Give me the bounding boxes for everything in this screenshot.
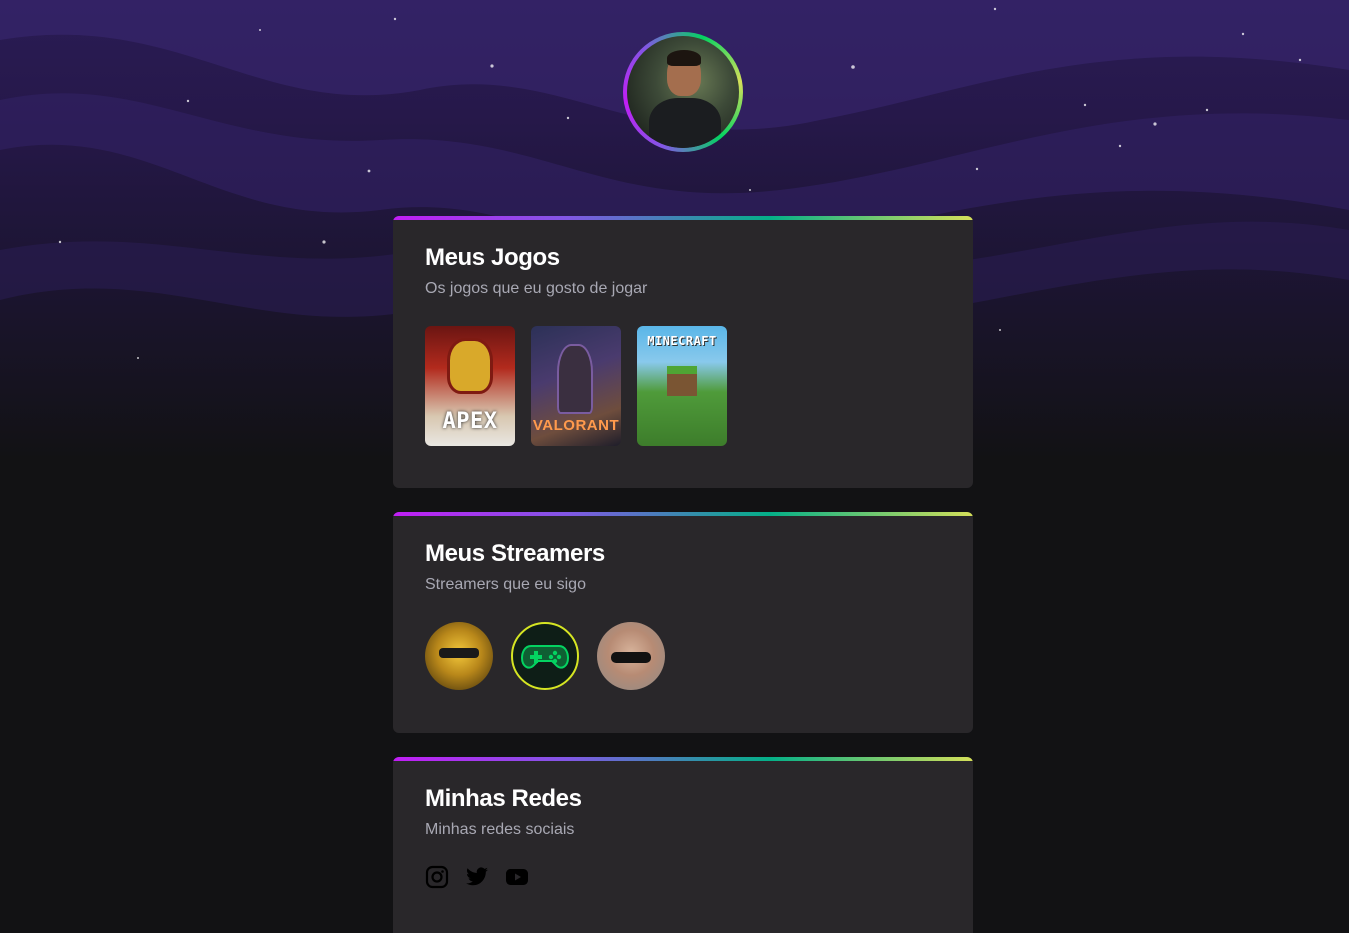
game-label: VALORANT	[532, 417, 620, 434]
twitter-icon[interactable]	[465, 865, 489, 889]
streamers-title: Meus Streamers	[425, 540, 605, 567]
game-label: MINECRAFT	[647, 334, 717, 348]
socials-title: Minhas Redes	[425, 785, 582, 812]
apex-legends-cover	[447, 338, 493, 394]
minecraft-cover	[667, 366, 697, 396]
game-minecraft[interactable]: MINECRAFT	[637, 326, 727, 446]
profile-photo	[627, 36, 739, 148]
sunglasses-icon	[439, 648, 479, 658]
gamepad-icon	[521, 645, 569, 669]
sunglasses-icon	[611, 652, 651, 663]
streamers-list	[425, 622, 941, 690]
game-label: APEX	[442, 409, 498, 434]
valorant-cover	[557, 344, 593, 414]
streamers-card: Meus Streamers Streamers que eu sigo	[393, 512, 973, 733]
streamer-gold-avatar[interactable]	[425, 622, 493, 690]
games-card: Meus Jogos Os jogos que eu gosto de joga…	[393, 216, 973, 488]
game-apex-legends[interactable]: APEX	[425, 326, 515, 446]
socials-list	[425, 865, 941, 889]
profile-avatar	[623, 32, 743, 152]
games-subtitle: Os jogos que eu gosto de jogar	[425, 280, 648, 297]
socials-card: Minhas Redes Minhas redes sociais	[393, 757, 973, 933]
instagram-icon[interactable]	[425, 865, 449, 889]
youtube-icon[interactable]	[505, 865, 529, 889]
games-list: APEX VALORANT MINECRAFT	[425, 326, 941, 446]
socials-subtitle: Minhas redes sociais	[425, 821, 575, 838]
games-title: Meus Jogos	[425, 244, 560, 271]
streamer-sunglasses-avatar[interactable]	[597, 622, 665, 690]
streamers-subtitle: Streamers que eu sigo	[425, 576, 586, 593]
streamer-gamepad-avatar[interactable]	[511, 622, 579, 690]
game-valorant[interactable]: VALORANT	[531, 326, 621, 446]
